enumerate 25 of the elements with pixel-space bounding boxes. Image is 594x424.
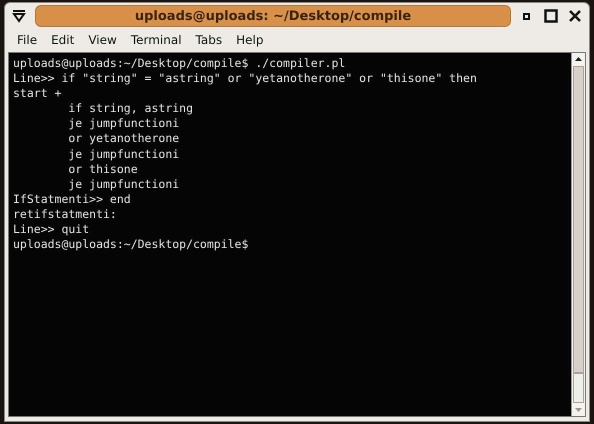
menu-item[interactable]: Tabs	[190, 31, 228, 49]
scroll-thumb[interactable]	[573, 373, 584, 403]
terminal-line: je jumpfunctioni	[67, 116, 180, 132]
menu-item[interactable]: Edit	[45, 31, 80, 49]
maximize-icon[interactable]	[543, 8, 559, 24]
terminal-line: je jumpfunctioni	[67, 176, 180, 192]
terminal-line: uploads@uploads:~/Desktop/compile$	[13, 237, 250, 252]
window-title: uploads@uploads: ~/Desktop/compile	[35, 5, 511, 27]
terminal-line: uploads@uploads:~/Desktop/compile$ ./compiler.pl	[13, 56, 346, 72]
menu-item[interactable]: File	[11, 31, 44, 49]
menu-item[interactable]: Terminal	[124, 31, 188, 49]
menu-item[interactable]: View	[82, 31, 123, 49]
terminal-line: je jumpfunctioni	[67, 146, 180, 162]
terminal-line: Line>> quit	[13, 222, 90, 238]
terminal-line: if string, astring	[67, 101, 194, 116]
menu-item[interactable]: Help	[230, 31, 270, 49]
scrollbar[interactable]	[571, 53, 585, 416]
terminal-line: retifstatmenti:	[13, 206, 118, 222]
close-icon[interactable]	[567, 8, 583, 24]
terminal-line: IfStatmenti>> end	[13, 192, 132, 207]
terminal-line: start +	[13, 86, 62, 102]
terminal-line: or yetanotherone	[67, 131, 180, 147]
window-menu-icon[interactable]	[11, 8, 27, 24]
terminal-line: Line>> if "string" = "astring" or "yetanotherone" or "thisone" then	[13, 71, 478, 86]
terminal-line: or thisone	[67, 162, 139, 177]
